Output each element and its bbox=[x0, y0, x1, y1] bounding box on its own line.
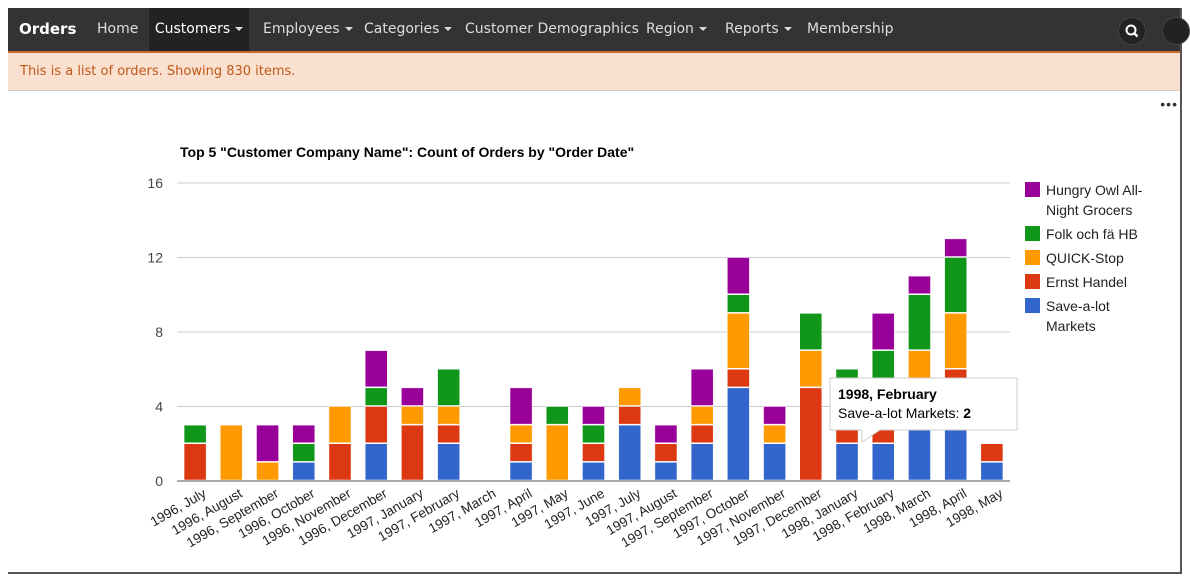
caret-down-icon bbox=[783, 27, 792, 31]
nav-item-label: Reports bbox=[725, 21, 779, 37]
nav-item-label: Home bbox=[97, 21, 139, 37]
nav-item-customers[interactable]: Customers bbox=[149, 8, 249, 51]
brand-link[interactable]: Orders bbox=[19, 8, 76, 51]
banner-text: This is a list of orders. Showing 830 it… bbox=[20, 64, 296, 79]
nav-item-reports[interactable]: Reports bbox=[725, 8, 792, 51]
caret-down-icon bbox=[698, 27, 707, 31]
nav-item-label: Employees bbox=[263, 21, 340, 37]
nav-item-categories[interactable]: Categories bbox=[364, 8, 453, 51]
more-menu-button[interactable] bbox=[1162, 17, 1190, 45]
nav-item-home[interactable]: Home bbox=[97, 8, 138, 51]
caret-down-icon bbox=[235, 27, 244, 31]
nav-item-label: Region bbox=[646, 21, 694, 37]
chart-options-button[interactable]: ••• bbox=[1160, 96, 1178, 112]
search-button[interactable] bbox=[1118, 17, 1146, 45]
search-icon bbox=[1125, 24, 1139, 38]
nav-item-region[interactable]: Region bbox=[646, 8, 707, 51]
nav-item-label: Membership bbox=[807, 21, 894, 37]
caret-down-icon bbox=[344, 27, 353, 31]
nav-item-label: Customer Demographics bbox=[465, 21, 639, 37]
info-banner: This is a list of orders. Showing 830 it… bbox=[8, 53, 1180, 91]
nav-item-employees[interactable]: Employees bbox=[263, 8, 353, 51]
nav-item-membership[interactable]: Membership bbox=[807, 8, 894, 51]
nav-item-label: Categories bbox=[364, 21, 440, 37]
nav-item-customer-demographics[interactable]: Customer Demographics bbox=[465, 8, 639, 51]
caret-down-icon bbox=[444, 27, 453, 31]
window-frame bbox=[8, 8, 1182, 574]
nav-item-label: Customers bbox=[154, 21, 231, 37]
navbar: Orders Home Customers Employees Categories C… bbox=[8, 8, 1190, 53]
